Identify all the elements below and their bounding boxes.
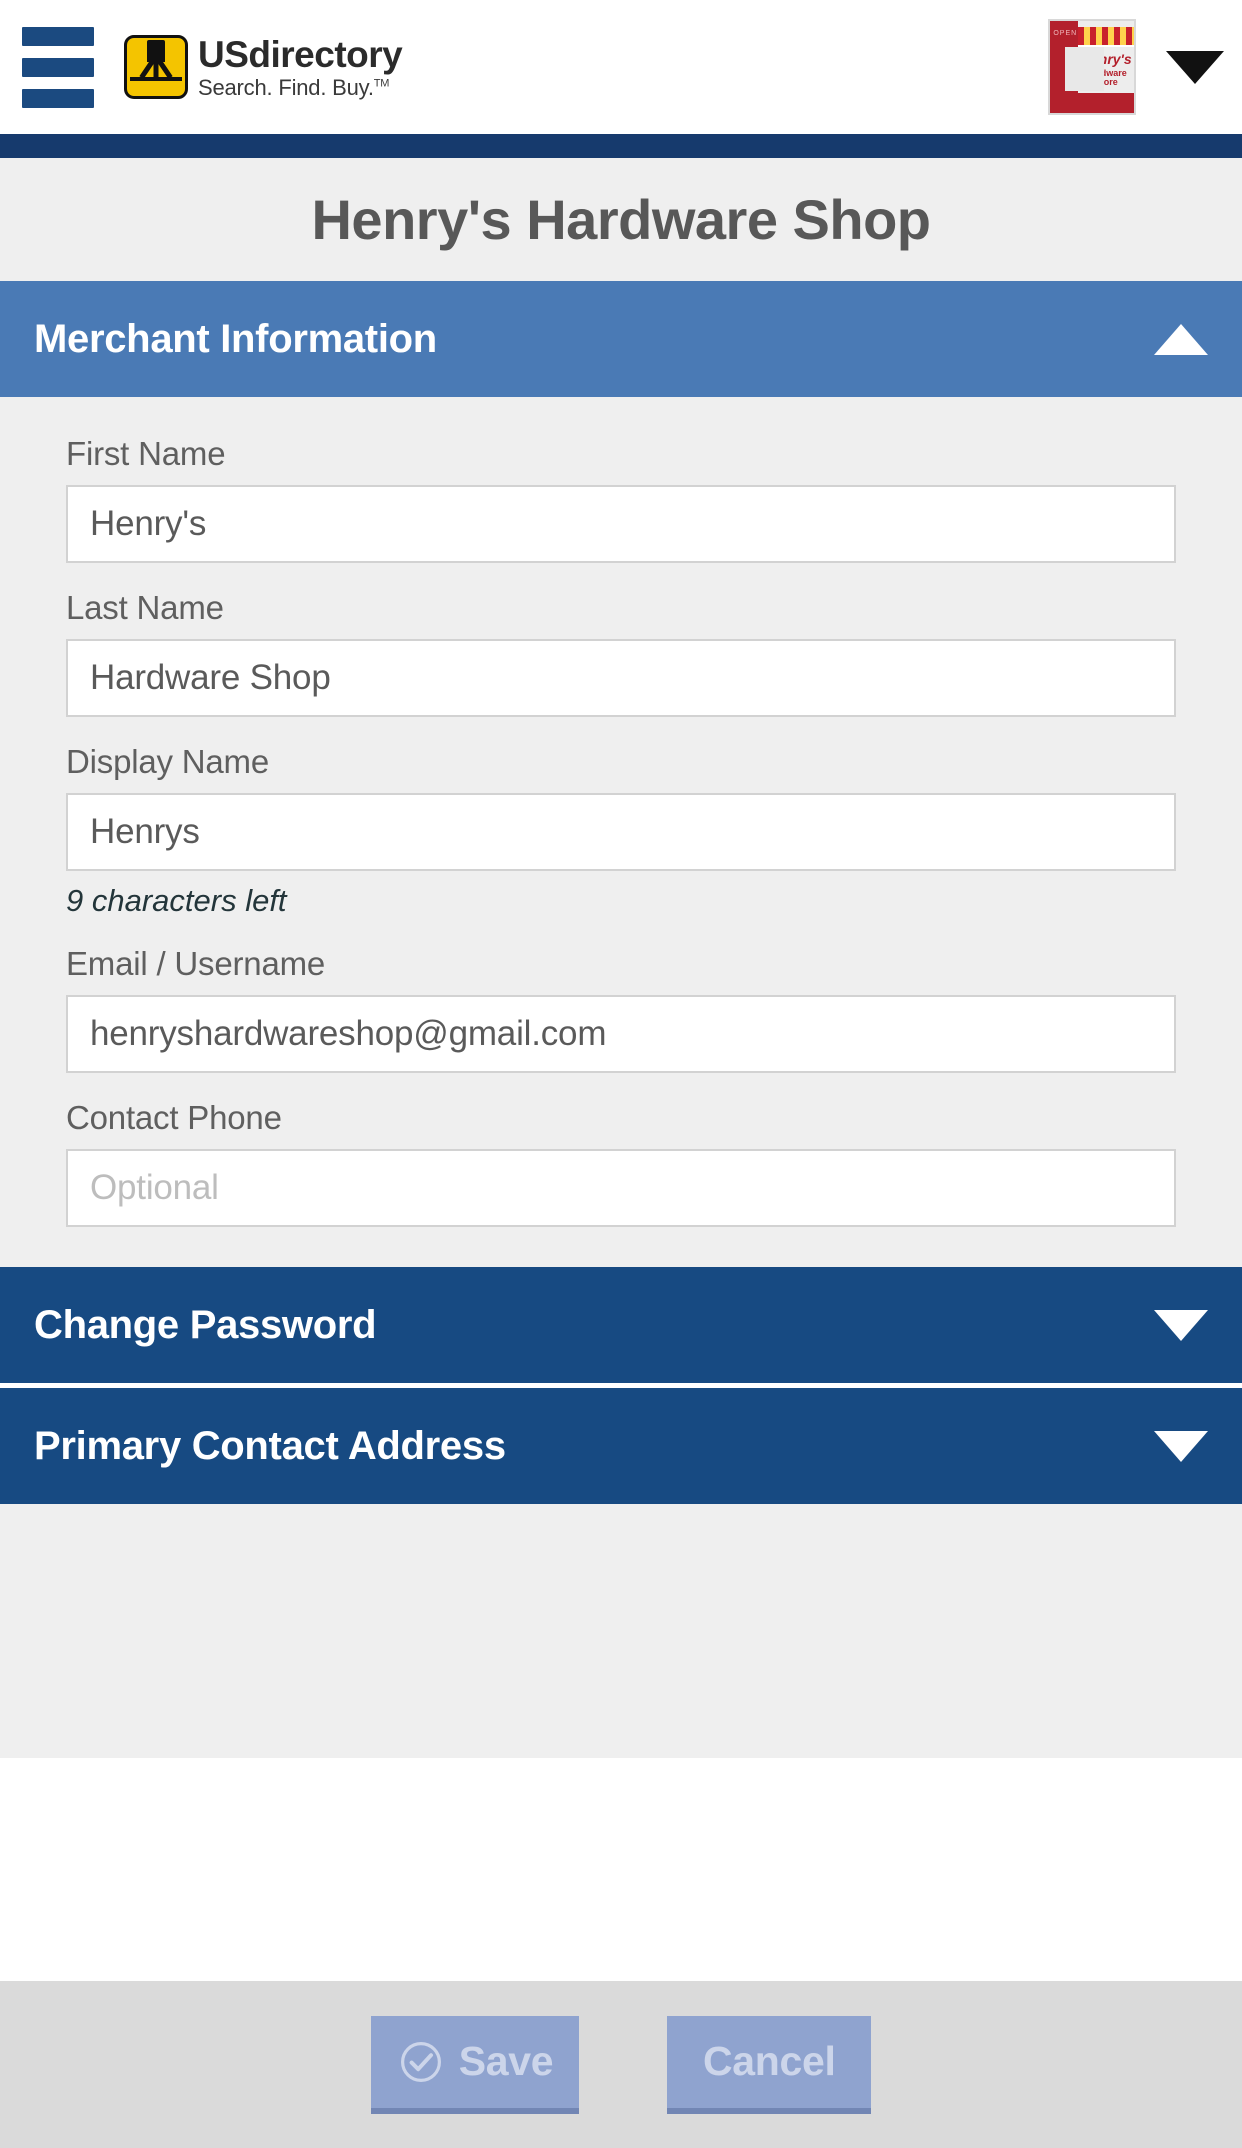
display-name-input[interactable]: Henrys <box>66 793 1176 871</box>
contact-phone-field-group: Contact Phone Optional <box>66 1099 1176 1227</box>
page-title-bar: Henry's Hardware Shop <box>0 158 1242 281</box>
page-title: Henry's Hardware Shop <box>311 188 931 251</box>
last-name-field-group: Last Name Hardware Shop <box>66 589 1176 717</box>
brand-logo[interactable]: USdirectory Search. Find. Buy.TM <box>124 33 403 100</box>
storefront-icon[interactable]: Henry's Hardware Store OPEN <box>1048 19 1136 115</box>
display-name-characters-left-hint: 9 characters left <box>66 883 287 918</box>
hamburger-bar <box>22 88 94 108</box>
save-button-label: Save <box>458 2038 554 2084</box>
action-footer: Save Cancel <box>0 1981 1242 2148</box>
save-button[interactable]: Save <box>370 2015 580 2114</box>
section-header-primary-contact-address[interactable]: Primary Contact Address <box>0 1388 1242 1504</box>
section-title: Merchant Information <box>34 316 437 361</box>
chevron-up-icon[interactable] <box>1154 323 1208 355</box>
last-name-input[interactable]: Hardware Shop <box>66 639 1176 717</box>
email-input[interactable]: henryshardwareshop@gmail.com <box>66 995 1176 1073</box>
contact-phone-label: Contact Phone <box>66 1099 282 1136</box>
display-name-label: Display Name <box>66 743 269 780</box>
section-title: Change Password <box>34 1302 377 1347</box>
hamburger-menu-icon[interactable] <box>22 26 94 108</box>
email-field-group: Email / Username henryshardwareshop@gmai… <box>66 945 1176 1073</box>
section-title: Primary Contact Address <box>34 1423 506 1468</box>
section-header-merchant-information[interactable]: Merchant Information <box>0 281 1242 397</box>
brand-text: USdirectory Search. Find. Buy.TM <box>198 33 403 100</box>
navy-accent-strip <box>0 134 1242 158</box>
cancel-button[interactable]: Cancel <box>667 2015 872 2114</box>
hamburger-bar <box>22 26 94 46</box>
brand-name: USdirectory <box>198 33 403 75</box>
app-bar-right: Henry's Hardware Store OPEN <box>1048 0 1224 134</box>
section-header-change-password[interactable]: Change Password <box>0 1267 1242 1383</box>
contact-phone-input[interactable]: Optional <box>66 1149 1176 1227</box>
email-label: Email / Username <box>66 945 326 982</box>
cancel-button-label: Cancel <box>702 2038 836 2084</box>
display-name-field-group: Display Name Henrys 9 characters left <box>66 743 1176 919</box>
brand-tagline: Search. Find. Buy.TM <box>198 74 402 100</box>
first-name-label: First Name <box>66 435 226 472</box>
usdirectory-logo-icon <box>124 35 188 99</box>
app-bar: USdirectory Search. Find. Buy.TM Henry's… <box>0 0 1242 134</box>
last-name-label: Last Name <box>66 589 224 626</box>
merchant-information-form: First Name Henry's Last Name Hardware Sh… <box>0 397 1242 1267</box>
first-name-field-group: First Name Henry's <box>66 435 1176 563</box>
check-circle-icon <box>400 2041 441 2082</box>
first-name-input[interactable]: Henry's <box>66 485 1176 563</box>
hamburger-bar <box>22 57 94 77</box>
chevron-down-icon[interactable] <box>1154 1430 1208 1462</box>
trademark-symbol: TM <box>373 77 390 90</box>
page-filler-area <box>0 1504 1242 1758</box>
brand-tagline-text: Search. Find. Buy. <box>198 74 374 100</box>
store-open-text: OPEN <box>1053 30 1078 38</box>
chevron-down-icon[interactable] <box>1154 1309 1208 1341</box>
account-chevron-down-icon[interactable] <box>1166 50 1224 84</box>
